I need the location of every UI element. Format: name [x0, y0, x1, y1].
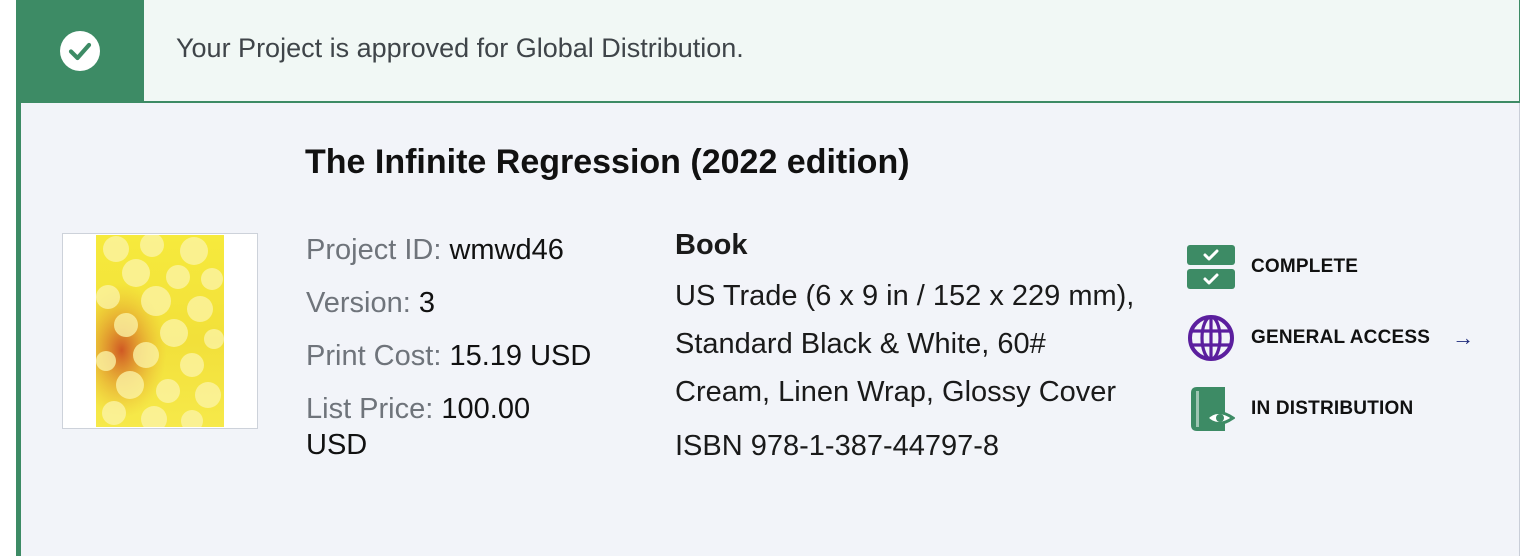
print-cost-row: Print Cost: 15.19 USD — [306, 330, 636, 383]
product-description: US Trade (6 x 9 in / 152 x 229 mm), Stan… — [675, 280, 1135, 408]
banner-icon-box — [16, 0, 144, 101]
project-id-value: wmwd46 — [449, 234, 564, 266]
check-circle-icon — [60, 30, 100, 71]
version-row: Version: 3 — [306, 277, 636, 330]
version-value: 3 — [418, 287, 435, 319]
status-general-access[interactable]: GENERAL ACCESS → — [1187, 314, 1474, 362]
product-type: Book — [675, 229, 748, 261]
version-label: Version: — [306, 287, 411, 319]
list-price-row: List Price: 100.00 USD — [306, 391, 576, 463]
status-in-distribution-label: IN DISTRIBUTION — [1251, 398, 1414, 419]
status-general-access-label: GENERAL ACCESS — [1251, 327, 1431, 348]
approval-banner: Your Project is approved for Global Dist… — [16, 0, 1520, 103]
status-in-distribution: IN DISTRIBUTION — [1187, 385, 1413, 433]
print-cost-value: 15.19 USD — [449, 340, 592, 372]
project-id-row: Project ID: wmwd46 — [306, 224, 636, 277]
project-meta: Project ID: wmwd46 Version: 3 Print Cost… — [306, 224, 636, 463]
globe-icon — [1187, 314, 1235, 362]
status-complete: COMPLETE — [1187, 243, 1358, 291]
book-cover-thumbnail[interactable] — [62, 233, 258, 429]
product-details: Book US Trade (6 x 9 in / 152 x 229 mm),… — [675, 224, 1145, 466]
print-cost-label: Print Cost: — [306, 340, 442, 372]
list-price-label: List Price: — [306, 393, 434, 425]
banner-message: Your Project is approved for Global Dist… — [176, 33, 744, 63]
checklist-icon — [1187, 243, 1235, 291]
arrow-right-icon[interactable]: → — [1452, 325, 1474, 351]
isbn: ISBN 978-1-387-44797-8 — [675, 430, 1000, 462]
status-complete-label: COMPLETE — [1251, 256, 1359, 277]
project-id-label: Project ID: — [306, 234, 442, 266]
project-title[interactable]: The Infinite Regression (2022 edition) — [305, 143, 910, 182]
cover-image — [96, 235, 224, 427]
book-eye-icon — [1187, 385, 1235, 433]
